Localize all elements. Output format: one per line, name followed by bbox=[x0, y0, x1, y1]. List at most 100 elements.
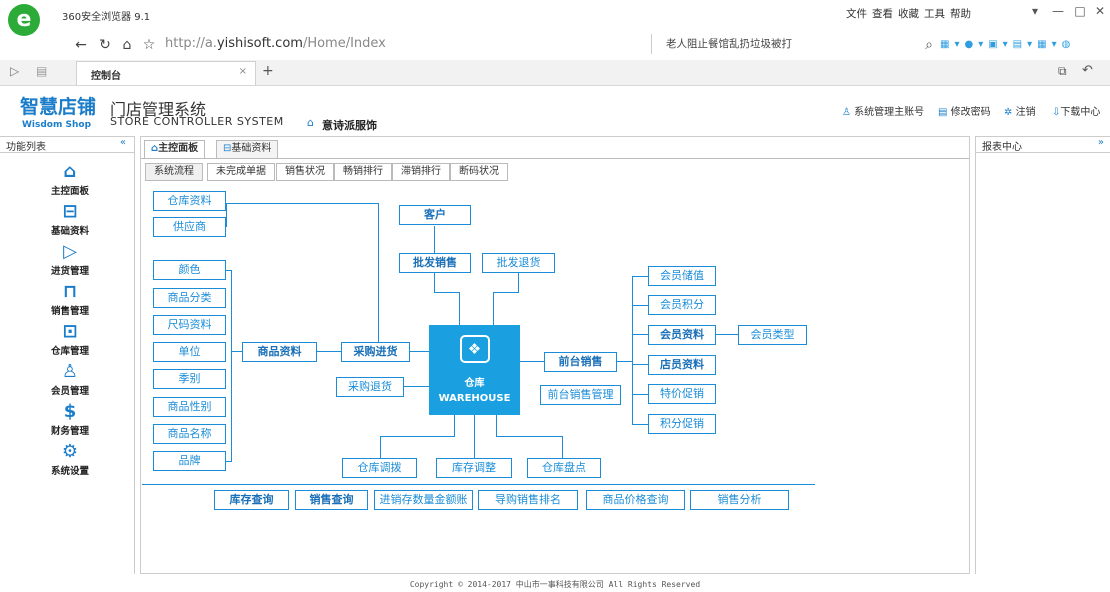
connector bbox=[632, 424, 648, 425]
connector bbox=[493, 292, 518, 293]
connector bbox=[317, 351, 341, 352]
home-icon[interactable]: ⌂ bbox=[118, 36, 136, 54]
menu-tools[interactable]: 工具 bbox=[924, 6, 945, 21]
logout-link[interactable]: ✲ 注销 bbox=[1004, 103, 1036, 118]
query-sales-analysis[interactable]: 销售分析 bbox=[690, 490, 789, 510]
connector bbox=[404, 386, 430, 387]
search-icon[interactable]: ⌕ bbox=[920, 36, 938, 54]
node-season[interactable]: 季别 bbox=[153, 369, 226, 389]
tab-basic-data-label: 基础资料 bbox=[231, 143, 272, 154]
node-supplier[interactable]: 供应商 bbox=[153, 217, 226, 237]
node-goods-name[interactable]: 商品名称 bbox=[153, 424, 226, 444]
toolbar-extension-icons[interactable]: ▦▾●▾▣▾▤▾▦▾◍ bbox=[940, 36, 1090, 54]
download-center-link[interactable]: ⇩下载中心 bbox=[1052, 103, 1100, 118]
node-member-points[interactable]: 会员积分 bbox=[648, 295, 716, 315]
dollar-icon: $ bbox=[63, 401, 77, 422]
sidebar-item-settings[interactable]: ⚙ 系统设置 bbox=[30, 441, 110, 477]
node-color[interactable]: 颜色 bbox=[153, 260, 226, 280]
node-special-promo[interactable]: 特价促销 bbox=[648, 384, 716, 404]
sidebar-item-warehouse[interactable]: ⊡ 仓库管理 bbox=[30, 321, 110, 357]
menu-help[interactable]: 帮助 bbox=[950, 6, 971, 21]
node-wholesale-return[interactable]: 批发退货 bbox=[482, 253, 555, 273]
subtab-flow[interactable]: 系统流程 bbox=[145, 163, 203, 181]
minimize-icon[interactable]: — bbox=[1048, 4, 1068, 22]
undo-close-icon[interactable]: ↶ bbox=[1082, 63, 1093, 78]
node-member-info[interactable]: 会员资料 bbox=[648, 325, 716, 345]
node-gender[interactable]: 商品性别 bbox=[153, 397, 226, 417]
news-ticker[interactable]: 老人阻止餐馆乱扔垃圾被打 bbox=[651, 34, 916, 54]
node-unit[interactable]: 单位 bbox=[153, 342, 226, 362]
new-tab-icon[interactable]: + bbox=[262, 63, 274, 79]
connector bbox=[496, 415, 497, 436]
tab-close-icon[interactable]: × bbox=[239, 66, 247, 77]
sidebar-item-label: 基础资料 bbox=[50, 226, 89, 237]
connector bbox=[378, 203, 379, 343]
node-wholesale[interactable]: 批发销售 bbox=[399, 253, 471, 273]
account-link[interactable]: ♙ 系统管理主账号 bbox=[842, 103, 924, 118]
close-icon[interactable]: ✕ bbox=[1090, 4, 1110, 22]
connector bbox=[226, 461, 232, 462]
node-points-promo[interactable]: 积分促销 bbox=[648, 414, 716, 434]
query-inventory-ledger[interactable]: 进销存数量金额账 bbox=[374, 490, 473, 510]
menu-view[interactable]: 查看 bbox=[872, 6, 893, 21]
sidebar-toggle-icon[interactable]: ▷ bbox=[10, 64, 19, 78]
subtab-slow-sellers[interactable]: 滞销排行 bbox=[392, 163, 450, 181]
menu-favorites[interactable]: 收藏 bbox=[898, 6, 919, 21]
node-staff-info[interactable]: 店员资料 bbox=[648, 355, 716, 375]
node-customer[interactable]: 客户 bbox=[399, 205, 471, 225]
node-member-deposit[interactable]: 会员储值 bbox=[648, 266, 716, 286]
connector bbox=[518, 272, 519, 293]
node-purchase[interactable]: 采购进货 bbox=[341, 342, 410, 362]
change-password-link[interactable]: ▤ 修改密码 bbox=[938, 103, 991, 118]
sidebar-item-purchase[interactable]: ▷ 进货管理 bbox=[30, 241, 110, 277]
node-member-type[interactable]: 会员类型 bbox=[738, 325, 807, 345]
node-warehouse[interactable]: ❖ 仓库 WAREHOUSE bbox=[429, 325, 520, 415]
subtab-size-gaps[interactable]: 断码状况 bbox=[450, 163, 508, 181]
skin-icon[interactable]: ▾ bbox=[1025, 4, 1045, 22]
node-front-sales-mgmt[interactable]: 前台销售管理 bbox=[540, 385, 621, 405]
subtab-bestsellers[interactable]: 畅销排行 bbox=[334, 163, 392, 181]
document-icon: ▤ bbox=[938, 107, 948, 118]
address-bar[interactable]: http://a.yishisoft.com/Home/Index bbox=[165, 34, 645, 54]
connector bbox=[617, 361, 633, 362]
query-stock[interactable]: 库存查询 bbox=[214, 490, 289, 510]
page-icon: ▤ bbox=[36, 64, 48, 78]
node-size[interactable]: 尺码资料 bbox=[153, 315, 226, 335]
sidebar-item-members[interactable]: ♙ 会员管理 bbox=[30, 361, 110, 397]
warehouse-label-en: WAREHOUSE bbox=[438, 393, 511, 404]
tab-basic-data[interactable]: ⊟基础资料 bbox=[216, 140, 279, 158]
connector bbox=[632, 394, 648, 395]
collapse-right-icon[interactable]: » bbox=[1098, 137, 1104, 148]
refresh-icon[interactable]: ↻ bbox=[96, 36, 114, 54]
node-stock-adjust[interactable]: 库存调整 bbox=[436, 458, 512, 478]
sidebar-item-basic-data[interactable]: ⊟ 基础资料 bbox=[30, 201, 110, 237]
tab-dashboard-label: 主控面板 bbox=[158, 143, 199, 154]
browser-tab-console[interactable]: 控制台 × bbox=[76, 61, 256, 85]
logout-icon: ✲ bbox=[1004, 107, 1013, 118]
maximize-icon[interactable]: □ bbox=[1070, 4, 1090, 22]
sidebar-item-sales[interactable]: ⊓ 销售管理 bbox=[30, 281, 110, 317]
subtab-sales-status[interactable]: 销售状况 bbox=[276, 163, 334, 181]
node-brand[interactable]: 品牌 bbox=[153, 451, 226, 471]
node-warehouse-transfer[interactable]: 仓库调拨 bbox=[342, 458, 417, 478]
query-guide-ranking[interactable]: 导购销售排名 bbox=[478, 490, 578, 510]
node-purchase-return[interactable]: 采购退货 bbox=[336, 377, 404, 397]
back-icon[interactable]: ← bbox=[72, 36, 90, 54]
node-warehouse-data[interactable]: 仓库资料 bbox=[153, 191, 226, 211]
account-label: 系统管理主账号 bbox=[854, 107, 925, 118]
restore-tab-icon[interactable]: ⧉ bbox=[1058, 64, 1067, 79]
subtab-unfinished[interactable]: 未完成单据 bbox=[207, 163, 275, 181]
query-price[interactable]: 商品价格查询 bbox=[586, 490, 685, 510]
node-front-sales[interactable]: 前台销售 bbox=[544, 352, 617, 372]
node-goods-info[interactable]: 商品资料 bbox=[242, 342, 317, 362]
star-icon[interactable]: ☆ bbox=[140, 36, 158, 54]
node-category[interactable]: 商品分类 bbox=[153, 288, 226, 308]
sidebar-item-finance[interactable]: $ 财务管理 bbox=[30, 401, 110, 437]
connector bbox=[380, 436, 381, 458]
tab-dashboard[interactable]: ⌂主控面板 bbox=[144, 140, 206, 158]
collapse-left-icon[interactable]: « bbox=[120, 137, 126, 148]
menu-file[interactable]: 文件 bbox=[846, 6, 867, 21]
query-sales[interactable]: 销售查询 bbox=[295, 490, 368, 510]
sidebar-item-dashboard[interactable]: ⌂ 主控面板 bbox=[30, 161, 110, 197]
node-stocktake[interactable]: 仓库盘点 bbox=[527, 458, 601, 478]
